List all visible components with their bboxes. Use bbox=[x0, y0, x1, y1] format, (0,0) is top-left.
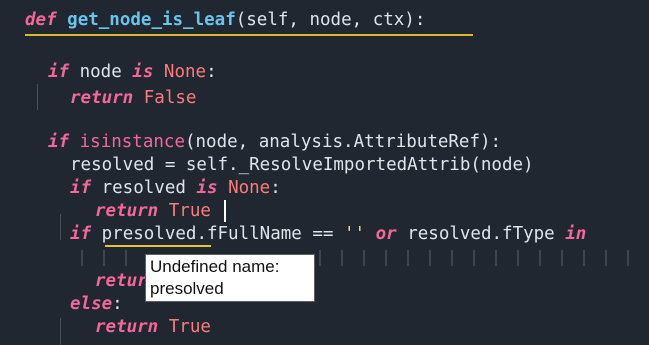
indent-guide bbox=[37, 84, 38, 110]
builtin-isinstance: isinstance bbox=[79, 132, 185, 152]
keyword-return: return bbox=[95, 317, 159, 337]
code-text: AttributeRef bbox=[353, 132, 480, 152]
indent-guide bbox=[60, 318, 61, 345]
keyword-else: else bbox=[70, 294, 113, 314]
string-empty: '' bbox=[343, 224, 366, 244]
code-editor[interactable]: def get_node_is_leaf(self, node, ctx): i… bbox=[0, 0, 649, 345]
keyword-if: if bbox=[70, 178, 92, 198]
constant-false: False bbox=[143, 88, 197, 108]
keyword-is: is bbox=[196, 178, 218, 198]
keyword-or: or bbox=[375, 224, 397, 244]
code-text: resolved = self._ResolveImportedAttrib(n… bbox=[70, 155, 534, 175]
code-text: node bbox=[69, 62, 133, 82]
constant-true: True bbox=[168, 201, 211, 221]
keyword-return: return bbox=[95, 201, 159, 221]
undefined-name-presolved[interactable]: presolved bbox=[102, 224, 197, 244]
code-text: .fFullName == bbox=[196, 224, 344, 244]
tooltip-title: Undefined name: bbox=[150, 257, 280, 276]
code-line-return-true-2: return True bbox=[95, 314, 211, 340]
code-text: ): bbox=[480, 132, 502, 152]
keyword-def: def bbox=[25, 10, 57, 30]
code-text: resolved.fType bbox=[396, 224, 566, 244]
text-cursor bbox=[224, 200, 226, 222]
code-line-def: def get_node_is_leaf(self, node, ctx): bbox=[25, 7, 425, 33]
function-params: (self, node, ctx): bbox=[235, 10, 426, 30]
code-line-if-node-none: if node is None: bbox=[48, 59, 217, 85]
code-text: : bbox=[112, 294, 123, 314]
code-text: resolved bbox=[91, 178, 197, 198]
constant-true: True bbox=[168, 317, 211, 337]
code-line-if-presolved: if presolved.fFullName == '' or resolved… bbox=[70, 221, 586, 247]
code-text: (node, analysis. bbox=[184, 132, 354, 152]
keyword-if: if bbox=[48, 132, 70, 152]
code-text: : bbox=[270, 178, 281, 198]
indent-guide bbox=[60, 214, 61, 240]
code-text: : bbox=[206, 62, 217, 82]
keyword-in: in bbox=[565, 224, 587, 244]
constant-none: None bbox=[228, 178, 271, 198]
keyword-if: if bbox=[70, 224, 92, 244]
keyword-is: is bbox=[132, 62, 154, 82]
error-underline bbox=[105, 245, 211, 247]
function-name: get_node_is_leaf bbox=[67, 10, 236, 30]
lint-tooltip: Undefined name: presolved bbox=[145, 254, 315, 302]
constant-none: None bbox=[163, 62, 207, 82]
indent-guides-row bbox=[81, 250, 629, 266]
tooltip-detail: presolved bbox=[150, 279, 224, 298]
signature-underline bbox=[25, 34, 473, 36]
keyword-return: retur bbox=[95, 271, 148, 291]
code-line-return-false: return False bbox=[70, 85, 196, 111]
keyword-if: if bbox=[48, 62, 70, 82]
keyword-return: return bbox=[70, 88, 134, 108]
